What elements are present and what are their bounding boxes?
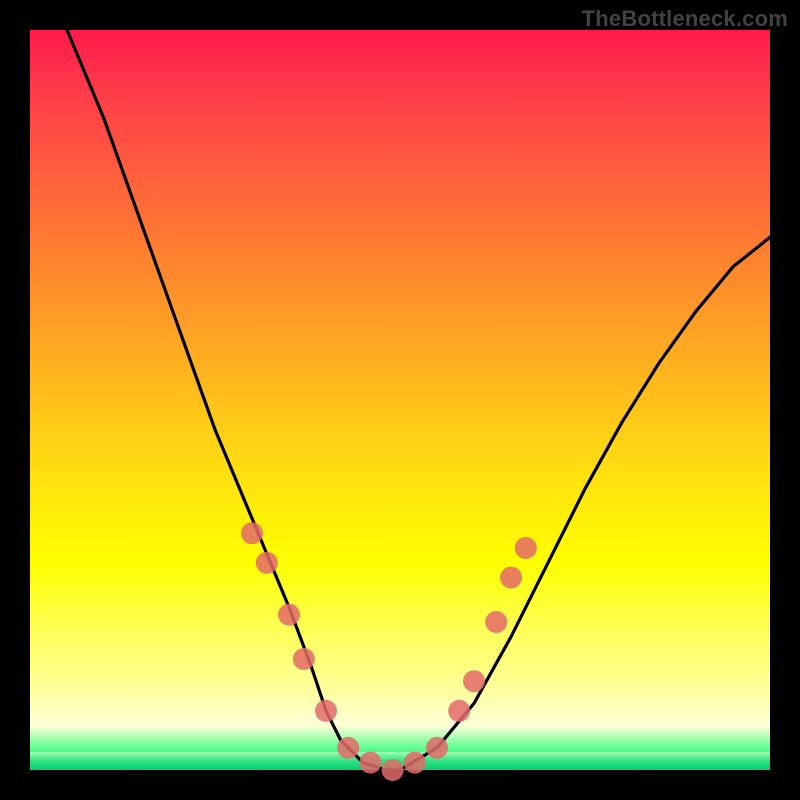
plot-area <box>30 30 770 770</box>
curve-marker <box>256 552 278 574</box>
curve-marker <box>293 648 315 670</box>
curve-marker <box>463 670 485 692</box>
curve-marker <box>359 752 381 774</box>
curve-marker <box>426 737 448 759</box>
curve-marker <box>315 700 337 722</box>
curve-marker <box>404 752 426 774</box>
curve-marker <box>500 567 522 589</box>
curve-marker <box>337 737 359 759</box>
curve-marker <box>278 604 300 626</box>
curve-marker <box>515 537 537 559</box>
curve-marker <box>241 522 263 544</box>
bottleneck-curve <box>30 0 770 770</box>
curve-marker <box>382 759 404 781</box>
chart-container: TheBottleneck.com <box>0 0 800 800</box>
curve-marker <box>485 611 507 633</box>
curve-marker <box>448 700 470 722</box>
curve-markers <box>241 522 537 781</box>
bottleneck-curve-path <box>30 0 770 770</box>
curve-layer <box>30 30 770 770</box>
watermark-label: TheBottleneck.com <box>582 6 788 32</box>
